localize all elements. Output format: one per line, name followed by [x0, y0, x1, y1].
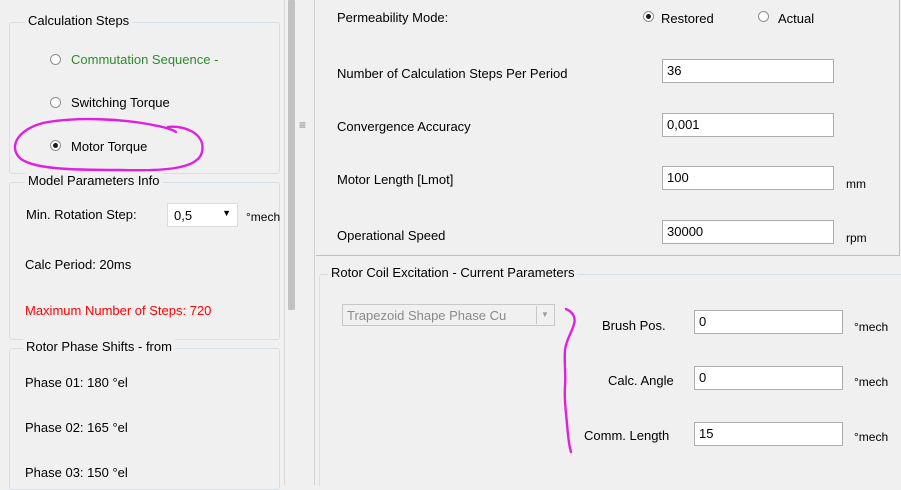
motor-torque-label[interactable]: Motor Torque [71, 139, 147, 154]
phase-02-text: Phase 02: 165 °el [25, 420, 128, 435]
switching-torque-label[interactable]: Switching Torque [71, 95, 170, 110]
operational-speed-input[interactable]: 30000 [662, 220, 834, 244]
commutation-sequence-label[interactable]: Commutation Sequence - [71, 52, 218, 67]
motor-length-label: Motor Length [Lmot] [337, 172, 454, 187]
min-rotation-select[interactable]: 0,5 ▼ [167, 203, 238, 227]
calc-period-text: Calc Period: 20ms [25, 257, 132, 272]
shape-select-value: Trapezoid Shape Phase Cu [347, 308, 507, 323]
convergence-accuracy-label: Convergence Accuracy [337, 119, 471, 134]
splitter-line [314, 0, 315, 485]
scrollbar-thumb[interactable] [288, 0, 295, 310]
rotor-phase-shifts-title: Rotor Phase Shifts - from [23, 339, 175, 354]
calculation-steps-title: Calculation Steps [25, 13, 133, 28]
operational-speed-unit: rpm [846, 231, 867, 245]
calc-steps-per-period-label: Number of Calculation Steps Per Period [337, 66, 568, 81]
splitter-grip-icon[interactable]: ≡ [299, 118, 306, 132]
min-rotation-label: Min. Rotation Step: [26, 207, 137, 222]
commutation-sequence-radio[interactable] [50, 54, 61, 65]
min-rotation-value: 0,5 [174, 208, 193, 223]
phase-03-text: Phase 03: 150 °el [25, 465, 128, 480]
calc-angle-input[interactable]: 0 [694, 366, 843, 390]
calc-angle-unit: °mech [854, 375, 889, 389]
calc-steps-per-period-input[interactable]: 36 [662, 59, 834, 83]
comm-length-unit: °mech [854, 430, 889, 444]
operational-speed-label: Operational Speed [337, 228, 446, 243]
actual-label[interactable]: Actual [778, 11, 814, 26]
brush-pos-input[interactable]: 0 [694, 310, 843, 334]
restored-label[interactable]: Restored [661, 11, 714, 26]
left-panel: Calculation Steps Commutation Sequence -… [0, 0, 284, 490]
switching-torque-radio[interactable] [50, 97, 61, 108]
model-parameters-title: Model Parameters Info [25, 173, 163, 188]
motor-length-input[interactable]: 100 [662, 166, 834, 190]
brush-pos-unit: °mech [854, 320, 889, 334]
max-steps-text: Maximum Number of Steps: 720 [25, 303, 212, 318]
motor-torque-radio[interactable] [50, 140, 61, 151]
convergence-accuracy-input[interactable]: 0,001 [662, 113, 834, 137]
brush-pos-label: Brush Pos. [602, 318, 666, 333]
motor-length-unit: mm [846, 177, 866, 191]
chevron-down-icon: ▼ [222, 208, 231, 218]
panel-splitter[interactable]: ≡ [284, 0, 316, 485]
min-rotation-unit: °mech [246, 210, 281, 224]
chevron-down-icon: ▼ [536, 306, 553, 324]
shape-select[interactable]: Trapezoid Shape Phase Cu ▼ [342, 304, 555, 326]
actual-radio[interactable] [758, 11, 769, 22]
comm-length-input[interactable]: 15 [694, 422, 843, 446]
comm-length-label: Comm. Length [584, 428, 670, 443]
calc-angle-label: Calc. Angle [608, 373, 674, 388]
right-panel: Permeability Mode: Restored Actual Numbe… [316, 0, 901, 486]
rotor-coil-title: Rotor Coil Excitation - Current Paramete… [328, 265, 578, 280]
restored-radio[interactable] [643, 11, 654, 22]
phase-01-text: Phase 01: 180 °el [25, 375, 128, 390]
permeability-mode-label: Permeability Mode: [337, 10, 449, 25]
